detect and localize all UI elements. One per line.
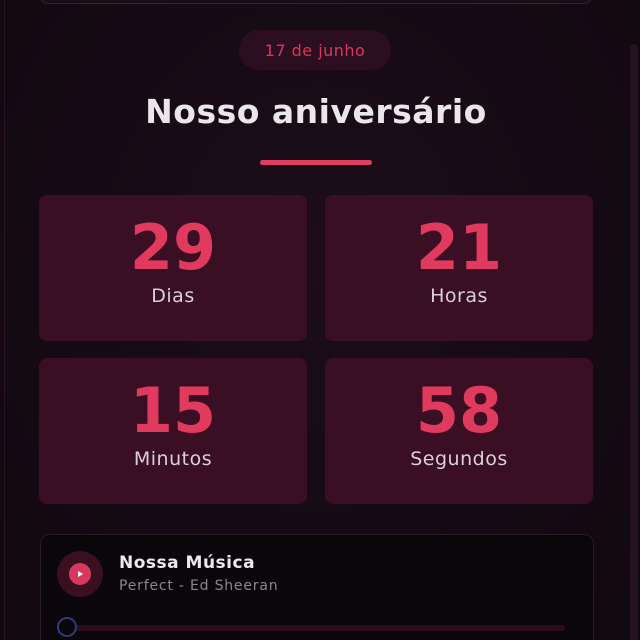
countdown-days-value: 29 [129, 211, 217, 284]
music-player-card: Nossa Música Perfect - Ed Sheeran [40, 534, 594, 640]
scrollbar-thumb[interactable] [630, 44, 638, 640]
countdown-minutes-tile: 15 Minutos [39, 358, 307, 504]
countdown-days-tile: 29 Dias [39, 195, 307, 341]
countdown-seconds-tile: 58 Segundos [325, 358, 593, 504]
countdown-days-label: Dias [151, 285, 195, 307]
music-subtitle: Perfect - Ed Sheeran [119, 578, 279, 594]
page: 17 de junho Nosso aniversário 29 Dias 21… [0, 0, 640, 640]
play-button[interactable] [57, 551, 103, 597]
play-icon [69, 563, 91, 585]
music-title: Nossa Música [119, 553, 256, 573]
countdown-hours-tile: 21 Horas [325, 195, 593, 341]
title-divider [260, 160, 372, 165]
countdown-minutes-value: 15 [129, 374, 217, 447]
scrollbar[interactable] [628, 0, 640, 640]
progress-bar[interactable] [69, 625, 565, 631]
countdown-hours-value: 21 [415, 211, 503, 284]
progress-handle[interactable] [57, 617, 77, 637]
page-title: Nosso aniversário [145, 92, 487, 131]
countdown-hours-label: Horas [430, 285, 488, 307]
countdown-seconds-value: 58 [415, 374, 503, 447]
countdown-seconds-label: Segundos [410, 448, 508, 470]
date-badge: 17 de junho [239, 30, 391, 70]
previous-card-edge [40, 0, 592, 4]
countdown-minutes-label: Minutos [133, 448, 213, 470]
